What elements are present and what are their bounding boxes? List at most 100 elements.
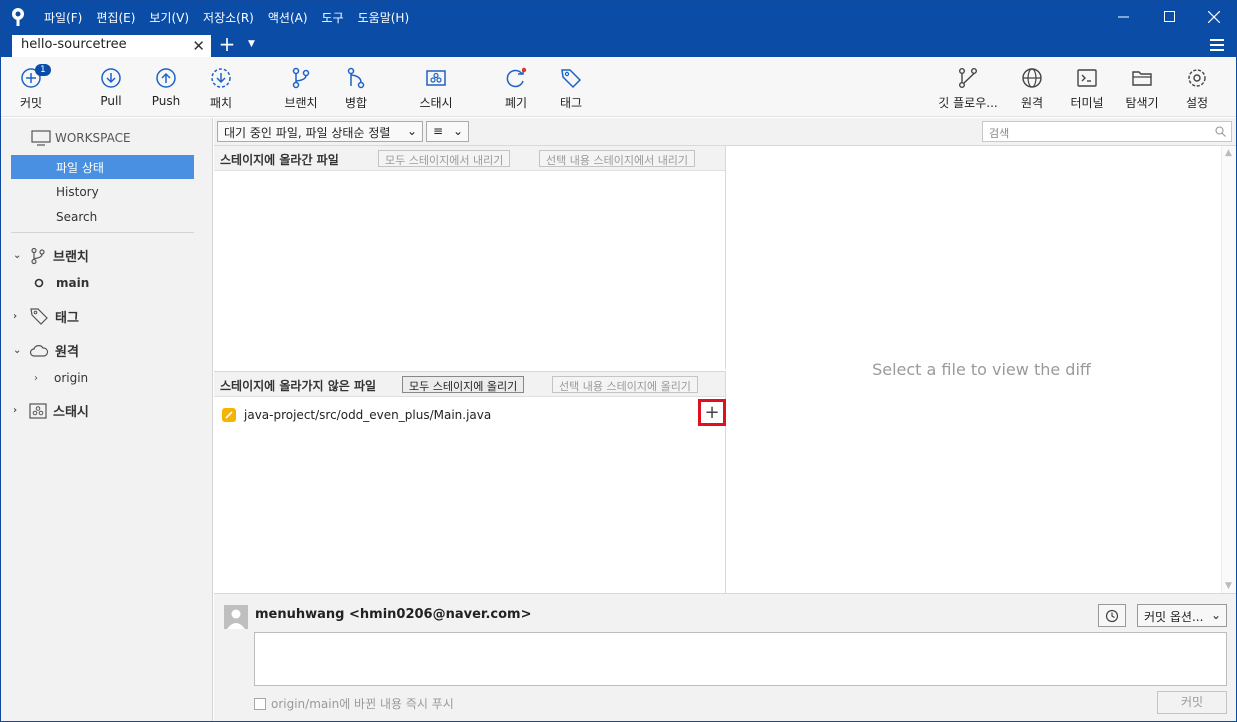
stash-icon bbox=[426, 70, 446, 86]
sidebar-divider bbox=[11, 232, 194, 233]
sidebar-branch-main[interactable]: main bbox=[34, 276, 89, 290]
minimize-button[interactable] bbox=[1100, 1, 1146, 32]
minimize-icon bbox=[1117, 16, 1129, 18]
commit-label: 커밋 bbox=[19, 96, 43, 110]
plus-icon: + bbox=[704, 402, 720, 423]
unstage-all-button[interactable]: 모두 스테이지에서 내리기 bbox=[378, 150, 511, 167]
hamburger-menu-icon[interactable] bbox=[1210, 36, 1224, 54]
chevron-down-icon: ⌄ bbox=[1210, 608, 1221, 622]
unstaged-file[interactable]: java-project/src/odd_even_plus/Main.java bbox=[222, 408, 491, 422]
menu-tools[interactable]: 도구 bbox=[322, 9, 344, 26]
merge-toolbar-button[interactable]: 병합 bbox=[326, 66, 386, 111]
commit-options-dropdown[interactable]: 커밋 옵션... ⌄ bbox=[1137, 604, 1227, 627]
chevron-down-icon: ⌄ bbox=[452, 124, 463, 138]
sidebar-group-branches[interactable]: ⌄ 브랜치 bbox=[13, 246, 89, 265]
menu-actions[interactable]: 액션(A) bbox=[268, 9, 308, 26]
tag-toolbar-button[interactable]: 태그 bbox=[541, 66, 601, 111]
sidebar: WORKSPACE 파일 상태 History Search ⌄ 브랜치 mai… bbox=[1, 118, 213, 721]
menu-help[interactable]: 도움말(H) bbox=[358, 9, 410, 26]
gitflow-toolbar-button[interactable]: 깃 플로우... bbox=[938, 66, 998, 111]
push-immediately-option[interactable]: origin/main에 바뀐 내용 즉시 푸시 bbox=[254, 695, 454, 712]
commit-panel: menuhwang <hmin0206@naver.com> 커밋 옵션... … bbox=[214, 593, 1236, 721]
merge-icon bbox=[347, 67, 365, 89]
sourcetree-logo-icon bbox=[12, 8, 24, 26]
explorer-toolbar-button[interactable]: 탐색기 bbox=[1112, 66, 1172, 111]
sidebar-item-file-status[interactable]: 파일 상태 bbox=[11, 155, 194, 179]
commit-message-input[interactable] bbox=[254, 632, 1227, 686]
menu-view[interactable]: 보기(V) bbox=[149, 9, 189, 26]
pull-toolbar-button[interactable]: Pull bbox=[81, 66, 141, 108]
push-immediately-checkbox[interactable] bbox=[254, 697, 266, 710]
menu-edit[interactable]: 편집(E) bbox=[96, 9, 135, 26]
discard-toolbar-button[interactable]: 폐기 bbox=[486, 66, 546, 111]
terminal-icon bbox=[1077, 69, 1097, 87]
remote-origin-label: origin bbox=[54, 371, 89, 385]
view-mode-dropdown[interactable]: ≡ ⌄ bbox=[426, 121, 469, 142]
tags-label: 태그 bbox=[55, 310, 79, 326]
sidebar-item-history[interactable]: History bbox=[56, 185, 99, 199]
push-arrow-icon bbox=[156, 68, 176, 88]
new-tab-button[interactable]: + bbox=[216, 32, 238, 56]
file-sort-dropdown[interactable]: 대기 중인 파일, 파일 상태순 정렬 ⌄ bbox=[217, 121, 423, 142]
tab-close-icon[interactable]: ✕ bbox=[192, 37, 205, 55]
menu-file[interactable]: 파일(F) bbox=[44, 9, 82, 26]
stage-file-button[interactable]: + bbox=[698, 399, 726, 426]
settings-label: 설정 bbox=[1185, 96, 1209, 110]
workspace-label: WORKSPACE bbox=[55, 131, 131, 145]
branch-toolbar-button[interactable]: 브랜치 bbox=[271, 66, 331, 111]
settings-toolbar-button[interactable]: 설정 bbox=[1167, 66, 1227, 111]
chevron-right-icon: › bbox=[34, 372, 38, 384]
commit-history-button[interactable] bbox=[1098, 604, 1126, 627]
tab-hello-sourcetree[interactable]: hello-sourcetree ✕ bbox=[12, 35, 211, 57]
fetch-icon bbox=[211, 68, 231, 88]
chevron-right-icon: › bbox=[13, 310, 18, 322]
branch-icon bbox=[31, 247, 45, 264]
close-icon bbox=[1208, 10, 1220, 23]
sidebar-remote-origin[interactable]: › origin bbox=[34, 371, 88, 385]
stage-selected-button[interactable]: 선택 내용 스테이지에 올리기 bbox=[552, 376, 698, 393]
unstaged-title: 스테이지에 올라가지 않은 파일 bbox=[220, 379, 377, 393]
pull-arrow-icon bbox=[101, 68, 121, 88]
stage-all-button[interactable]: 모두 스테이지에 올리기 bbox=[402, 376, 525, 393]
branch-label: 브랜치 bbox=[284, 96, 318, 110]
avatar bbox=[224, 605, 248, 629]
fetch-toolbar-button[interactable]: 패치 bbox=[191, 66, 251, 111]
sidebar-group-stashes[interactable]: › 스태시 bbox=[13, 401, 89, 420]
search-input[interactable]: 검색 bbox=[982, 121, 1232, 142]
file-status-label: 파일 상태 bbox=[56, 161, 104, 175]
modified-file-icon bbox=[222, 408, 236, 422]
search-placeholder: 검색 bbox=[989, 127, 1010, 140]
scroll-down-icon[interactable]: ▼ bbox=[1225, 581, 1232, 591]
gear-icon bbox=[1188, 69, 1206, 87]
unstage-selected-button[interactable]: 선택 내용 스테이지에서 내리기 bbox=[539, 150, 696, 167]
file-list-row[interactable]: java-project/src/odd_even_plus/Main.java… bbox=[214, 399, 726, 427]
file-sort-value: 대기 중인 파일, 파일 상태순 정렬 bbox=[224, 126, 391, 140]
workspace-header: WORKSPACE bbox=[31, 130, 131, 146]
menu-repository[interactable]: 저장소(R) bbox=[203, 9, 254, 26]
stash-label: 스태시 bbox=[419, 96, 453, 110]
stashes-label: 스태시 bbox=[53, 405, 89, 420]
branch-main-label: main bbox=[56, 276, 90, 290]
search-icon bbox=[1215, 126, 1226, 137]
commit-author: menuhwang <hmin0206@naver.com> bbox=[255, 607, 532, 622]
sidebar-group-tags[interactable]: › 태그 bbox=[13, 306, 79, 326]
sidebar-group-remotes[interactable]: ⌄ 원격 bbox=[13, 341, 79, 360]
diff-scrollbar[interactable]: ▲ ▼ bbox=[1221, 146, 1236, 593]
commit-button[interactable]: 커밋 bbox=[1157, 691, 1227, 714]
push-immediately-label: origin/main에 바뀐 내용 즉시 푸시 bbox=[271, 697, 454, 711]
terminal-toolbar-button[interactable]: 터미널 bbox=[1057, 66, 1117, 111]
commit-count-badge: 1 bbox=[35, 64, 51, 76]
sourcetree-window: 파일(F) 편집(E) 보기(V) 저장소(R) 액션(A) 도구 도움말(H)… bbox=[0, 0, 1237, 722]
tab-dropdown-icon[interactable]: ▼ bbox=[248, 39, 255, 49]
maximize-button[interactable] bbox=[1146, 1, 1192, 32]
commit-options-label: 커밋 옵션... bbox=[1144, 610, 1204, 624]
diff-empty-message: Select a file to view the diff bbox=[872, 360, 1091, 379]
remotes-label: 원격 bbox=[55, 345, 79, 360]
remote-toolbar-button[interactable]: 원격 bbox=[1002, 66, 1062, 111]
close-window-button[interactable] bbox=[1191, 1, 1236, 32]
scroll-up-icon[interactable]: ▲ bbox=[1225, 148, 1232, 158]
sidebar-item-search[interactable]: Search bbox=[56, 210, 97, 224]
stash-toolbar-button[interactable]: 스태시 bbox=[406, 66, 466, 111]
commit-toolbar-button[interactable]: 1 커밋 bbox=[1, 64, 61, 111]
push-toolbar-button[interactable]: Push bbox=[136, 66, 196, 108]
